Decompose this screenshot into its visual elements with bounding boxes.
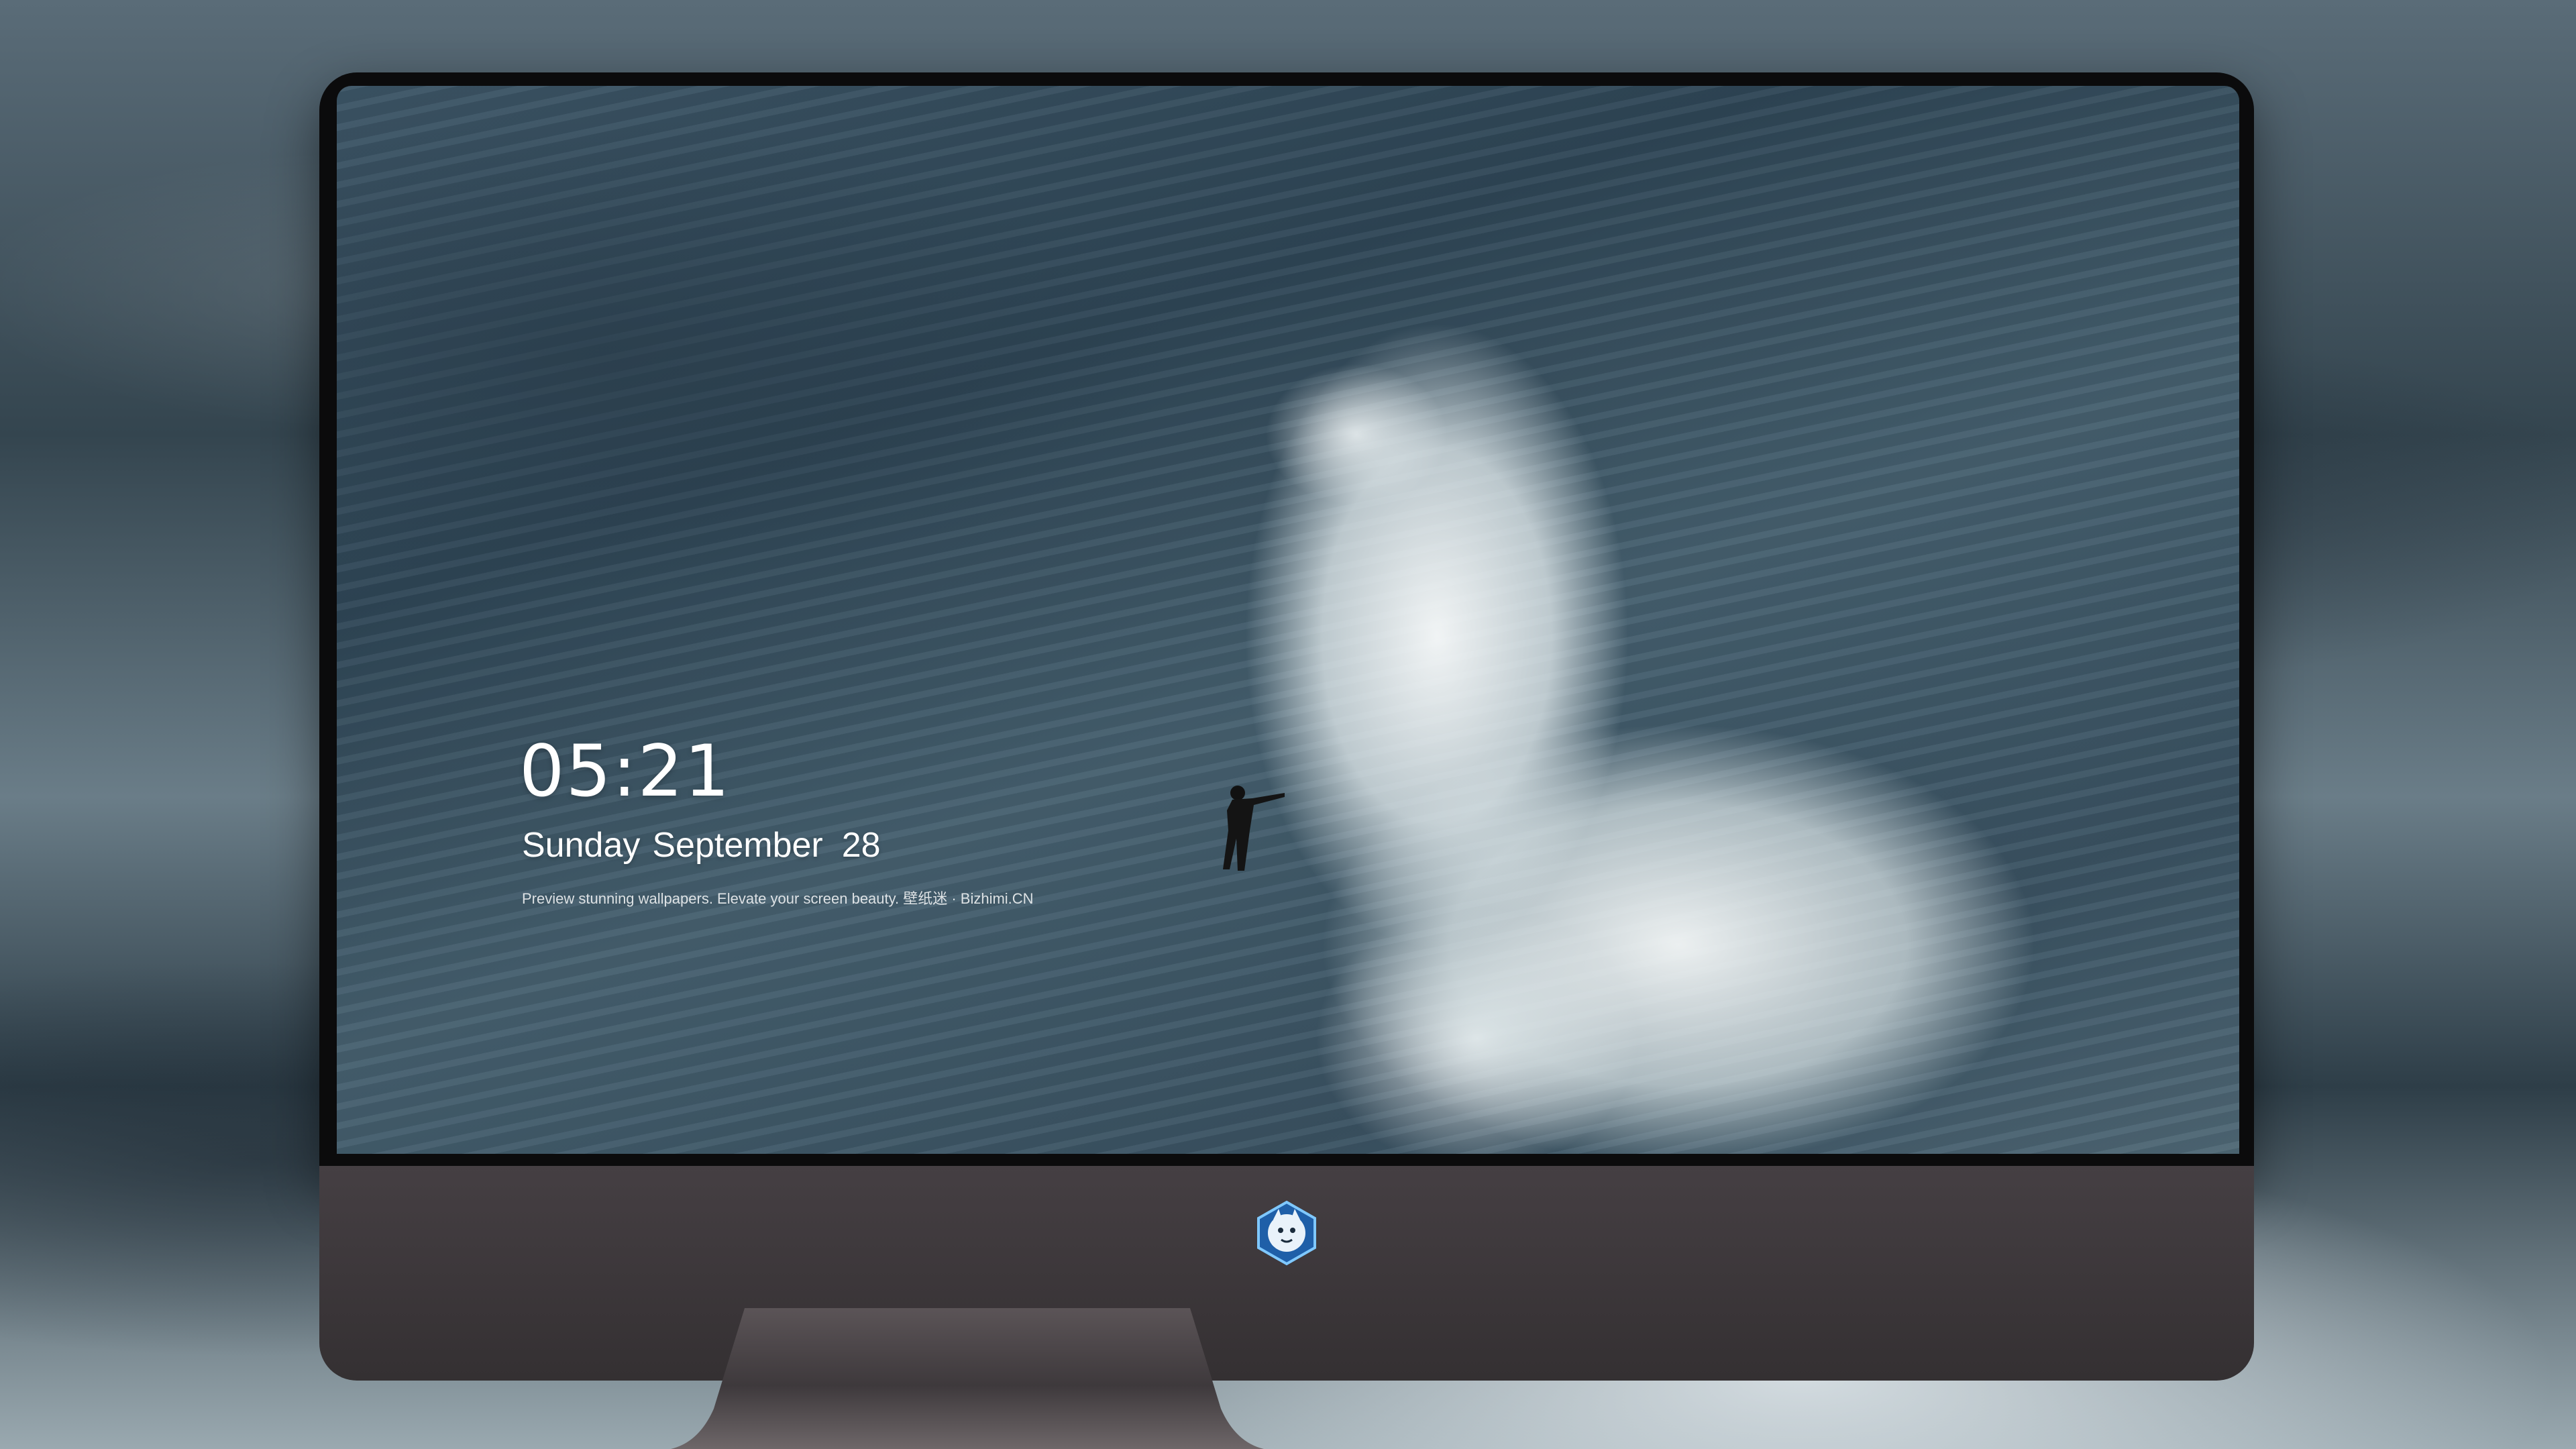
surfer-figure: [1223, 786, 1285, 871]
wallpaper-tagline: Preview stunning wallpapers. Elevate you…: [522, 890, 1034, 907]
monitor-stand: [671, 1308, 1264, 1449]
mascot-logo-icon: [1257, 1200, 1316, 1266]
date-day: 28: [841, 826, 881, 865]
desktop-screen: 05:21 Sunday September 28 Preview stunning…: [337, 86, 2239, 1154]
date-weekday: Sunday: [522, 826, 641, 865]
monitor-chin: [319, 1166, 2254, 1381]
clock-date: Sunday September 28: [522, 825, 893, 865]
clock-time: 05:21: [519, 730, 731, 812]
date-month: September: [652, 826, 823, 865]
